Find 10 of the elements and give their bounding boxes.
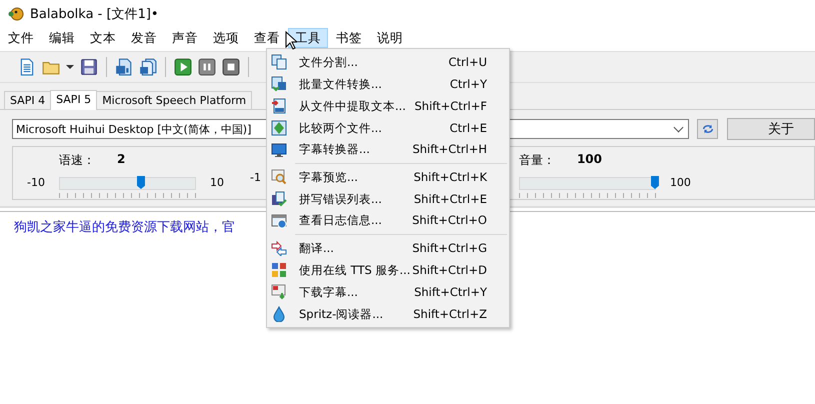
editor-text: 狗凯之家牛逼的免费资源下载网站，官: [14, 220, 235, 235]
max-label: 100: [670, 176, 691, 189]
min-label: -10: [27, 176, 45, 189]
slider-value: 100: [576, 152, 602, 168]
slider-label: 音量：: [518, 152, 555, 169]
min-label: -1: [250, 171, 261, 184]
max-label: 10: [210, 176, 224, 189]
slider-label: 语速：: [58, 152, 95, 169]
slider-value: 2: [116, 152, 126, 168]
window-title: Balabolka - [文件1]•: [30, 6, 159, 23]
